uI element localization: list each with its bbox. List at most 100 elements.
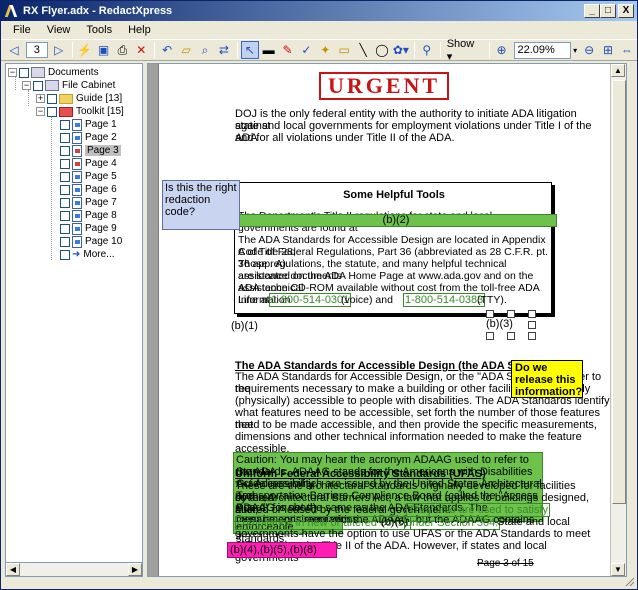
spellcheck-icon[interactable]: ✓ <box>297 41 315 59</box>
menu-help[interactable]: Help <box>120 24 159 36</box>
checkbox[interactable] <box>60 132 70 143</box>
zoom-select[interactable]: 22.09% <box>513 41 572 59</box>
resize-handle[interactable] <box>507 310 515 318</box>
page-number-field[interactable]: 3 <box>25 42 48 58</box>
zoom-in-icon[interactable]: ⊕ <box>493 41 511 59</box>
tree-page[interactable]: Page 1 <box>60 118 117 131</box>
zoom-out-icon[interactable]: ⊖ <box>580 41 598 59</box>
resize-handle[interactable] <box>528 332 536 340</box>
search-binoculars-icon[interactable]: ⚲ <box>418 41 436 59</box>
replace-icon[interactable]: ⇄ <box>215 41 233 59</box>
tree-page[interactable]: Page 10 <box>60 235 122 248</box>
maximize-button[interactable]: □ <box>600 4 616 18</box>
checkbox[interactable] <box>60 119 70 130</box>
resize-handle[interactable] <box>507 332 515 340</box>
checkbox[interactable] <box>60 158 70 169</box>
checkbox[interactable] <box>19 67 29 78</box>
checkbox[interactable] <box>60 145 70 156</box>
tree-more[interactable]: ➜ More... <box>60 248 115 261</box>
resize-handle[interactable] <box>528 310 536 318</box>
comment-note-blue[interactable]: Is this the right redaction code? <box>162 180 240 230</box>
redaction-code-b1[interactable]: (b)(1) <box>231 320 258 332</box>
sticky-note-icon[interactable]: ▭ <box>335 41 353 59</box>
collapse-toggle-icon[interactable]: − <box>8 68 17 77</box>
close-button[interactable]: X <box>618 4 634 18</box>
tree-root[interactable]: − Documents <box>8 66 99 79</box>
tree-page[interactable]: Page 8 <box>60 209 117 222</box>
shapes-dropdown-icon[interactable]: ✿▾ <box>392 41 410 59</box>
fit-width-icon[interactable]: ⇔ <box>618 41 636 59</box>
checkbox[interactable] <box>60 197 70 208</box>
title-bar[interactable]: RX Flyer.adx - RedactXpress _ □ X <box>1 1 637 21</box>
scroll-left-icon[interactable]: ◀ <box>6 563 20 576</box>
minimize-button[interactable]: _ <box>584 4 600 18</box>
find-icon[interactable]: ⌕ <box>196 41 214 59</box>
page-icon <box>72 222 82 235</box>
save-icon[interactable]: ▣ <box>95 41 113 59</box>
menu-file[interactable]: File <box>5 24 39 36</box>
checkbox[interactable] <box>60 171 70 182</box>
tree-label-page: Page 10 <box>85 236 123 247</box>
tree-page[interactable]: Page 6 <box>60 183 117 196</box>
toolbar-separator <box>439 42 441 58</box>
zoom-dropdown-icon[interactable]: ▾ <box>571 41 579 59</box>
resize-handle[interactable] <box>486 310 494 318</box>
tree-page[interactable]: Page 7 <box>60 196 117 209</box>
comment-note-yellow[interactable]: Do we release this information? <box>511 360 583 398</box>
ellipse-icon[interactable]: ◯ <box>373 41 391 59</box>
tree-page[interactable]: Page 2 <box>60 131 117 144</box>
redaction-code-b3[interactable]: (b)(3) <box>486 318 513 330</box>
tree-cabinet[interactable]: − File Cabinet <box>22 79 115 92</box>
scroll-thumb[interactable] <box>612 80 626 504</box>
checkbox[interactable] <box>47 106 57 117</box>
show-dropdown-button[interactable]: Show ▾ <box>444 38 486 63</box>
tree-page[interactable]: Page 5 <box>60 170 117 183</box>
checkbox[interactable] <box>60 223 70 234</box>
lightning-icon[interactable]: ⚡ <box>76 41 94 59</box>
next-page-icon[interactable]: ▷ <box>50 41 68 59</box>
tree-guide[interactable]: + Guide [13] <box>36 92 122 105</box>
redact-marker-icon[interactable]: ▬ <box>260 41 278 59</box>
scroll-up-icon[interactable]: ▲ <box>611 64 625 77</box>
redacted-phone-voice[interactable]: 1-800-514-0301 <box>269 293 352 307</box>
menu-view[interactable]: View <box>39 24 79 36</box>
resize-handle[interactable] <box>528 321 536 329</box>
highlight-pen-icon[interactable]: ✎ <box>279 41 297 59</box>
document-vertical-scrollbar[interactable]: ▲ ▼ <box>610 64 626 576</box>
collapse-toggle-icon[interactable]: − <box>22 81 31 90</box>
stamp-icon[interactable]: ✦ <box>316 41 334 59</box>
collapse-toggle-icon[interactable]: − <box>36 107 45 116</box>
checkbox[interactable] <box>60 210 70 221</box>
line-icon[interactable]: ╲ <box>354 41 372 59</box>
menu-tools[interactable]: Tools <box>78 24 120 36</box>
checkbox[interactable] <box>33 80 43 91</box>
redaction-box-multi[interactable]: (b)(4),(b)(5),(b)(8) <box>227 542 337 558</box>
checkbox[interactable] <box>60 249 70 260</box>
rotate-icon[interactable]: ↶ <box>158 41 176 59</box>
scroll-right-icon[interactable]: ▶ <box>128 563 142 576</box>
resize-handle[interactable] <box>486 332 494 340</box>
tree-page[interactable]: Page 9 <box>60 222 117 235</box>
tree-page-selected[interactable]: Page 3 <box>60 144 121 157</box>
fit-page-icon[interactable]: ⊞ <box>599 41 617 59</box>
tree-toolkit[interactable]: − Toolkit [15] <box>36 105 124 118</box>
scroll-down-icon[interactable]: ▼ <box>611 563 625 576</box>
page-icon <box>72 209 82 222</box>
open-folder-icon[interactable]: ▱ <box>177 41 195 59</box>
redaction-box-b2[interactable]: (b)(2) <box>235 214 557 227</box>
resize-grip-icon[interactable] <box>625 577 635 587</box>
tree-page[interactable]: Page 4 <box>60 157 117 170</box>
checkbox[interactable] <box>47 93 57 104</box>
checkbox[interactable] <box>60 184 70 195</box>
checkbox[interactable] <box>60 236 70 247</box>
redacted-phone-tty[interactable]: 1-800-514-0383 <box>403 293 486 307</box>
document-viewer[interactable]: URGENT DOJ is the only federal entity wi… <box>147 63 627 577</box>
document-page[interactable]: URGENT DOJ is the only federal entity wi… <box>158 64 612 576</box>
tree-horizontal-scrollbar[interactable]: ◀ ▶ <box>5 562 143 577</box>
select-pointer-icon[interactable]: ↖ <box>240 41 259 59</box>
prev-page-icon[interactable]: ◁ <box>5 41 23 59</box>
print-icon[interactable]: ⎙ <box>113 41 131 59</box>
delete-icon[interactable]: ✕ <box>132 41 150 59</box>
expand-toggle-icon[interactable]: + <box>36 94 45 103</box>
redacted-ufas-text[interactable]: They also are used to satisfy <box>406 503 551 517</box>
